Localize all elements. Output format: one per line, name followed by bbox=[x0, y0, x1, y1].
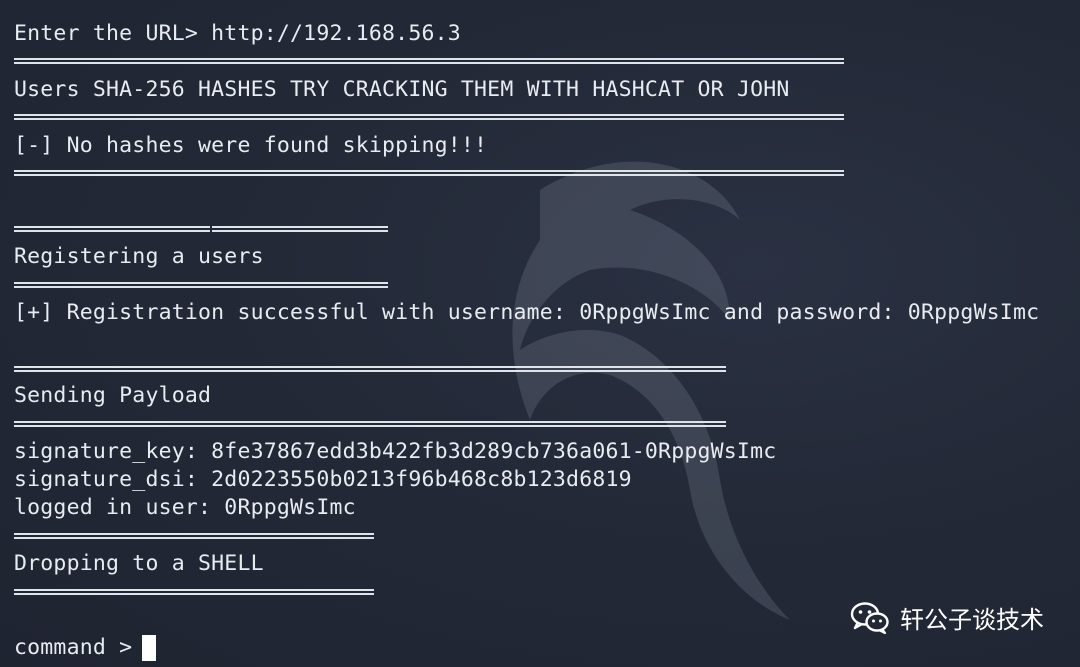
divider bbox=[14, 170, 844, 176]
divider bbox=[14, 226, 388, 232]
watermark-text: 轩公子谈技术 bbox=[900, 606, 1044, 634]
divider bbox=[14, 533, 374, 539]
watermark: 轩公子谈技术 bbox=[850, 600, 1044, 635]
divider bbox=[14, 589, 374, 595]
command-prompt[interactable]: command > bbox=[14, 635, 145, 661]
registration-result-line: [+] Registration successful with usernam… bbox=[14, 300, 1040, 325]
signature-key-line: signature_key: 8fe37867edd3b422fb3d289cb… bbox=[14, 439, 777, 464]
dropping-shell-line: Dropping to a SHELL bbox=[14, 551, 264, 576]
terminal-window[interactable]: Enter the URL> http://192.168.56.3 Users… bbox=[0, 0, 1080, 667]
sending-payload-line: Sending Payload bbox=[14, 383, 212, 408]
divider bbox=[14, 366, 726, 372]
logged-in-line: logged in user: 0RppgWsImc bbox=[14, 495, 356, 520]
terminal-cursor[interactable] bbox=[142, 635, 156, 661]
no-hashes-line: [-] No hashes were found skipping!!! bbox=[14, 133, 488, 158]
signature-dsi-line: signature_dsi: 2d0223550b0213f96b468c8b1… bbox=[14, 467, 632, 492]
divider bbox=[14, 282, 388, 288]
url-prompt-line: Enter the URL> http://192.168.56.3 bbox=[14, 21, 461, 46]
kali-dragon-icon bbox=[512, 161, 790, 620]
divider bbox=[14, 58, 844, 64]
divider bbox=[14, 114, 844, 120]
wechat-icon bbox=[850, 601, 889, 634]
divider bbox=[14, 421, 726, 427]
registering-line: Registering a users bbox=[14, 244, 264, 269]
hashes-header-line: Users SHA-256 HASHES TRY CRACKING THEM W… bbox=[14, 77, 790, 102]
